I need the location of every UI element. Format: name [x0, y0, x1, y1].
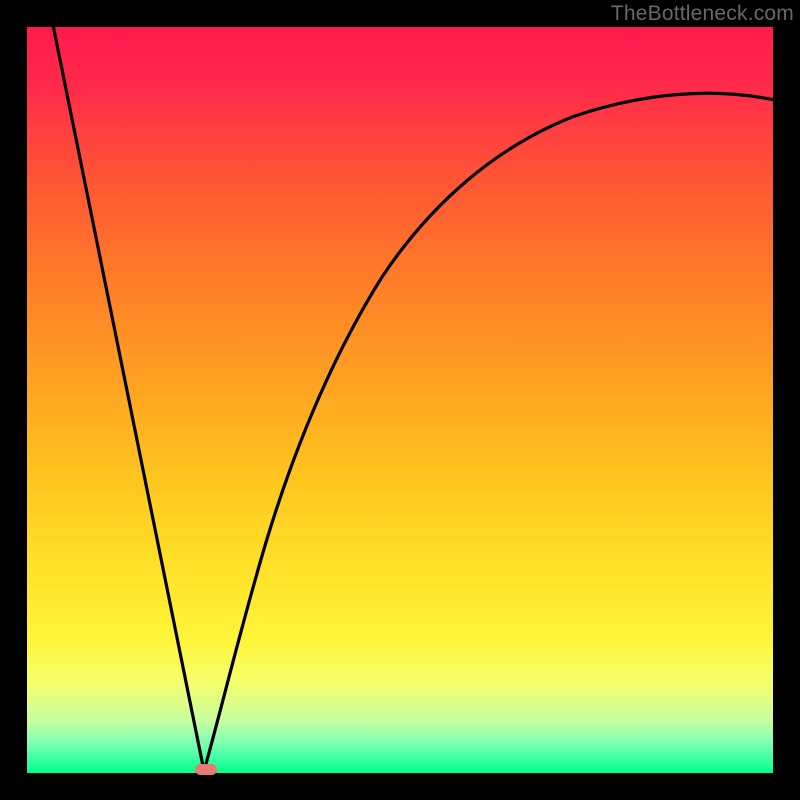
trough-marker [195, 764, 217, 775]
watermark-text: TheBottleneck.com [611, 2, 794, 26]
curve-path [53, 25, 775, 771]
bottleneck-curve [27, 27, 773, 773]
chart-frame: TheBottleneck.com [0, 0, 800, 800]
